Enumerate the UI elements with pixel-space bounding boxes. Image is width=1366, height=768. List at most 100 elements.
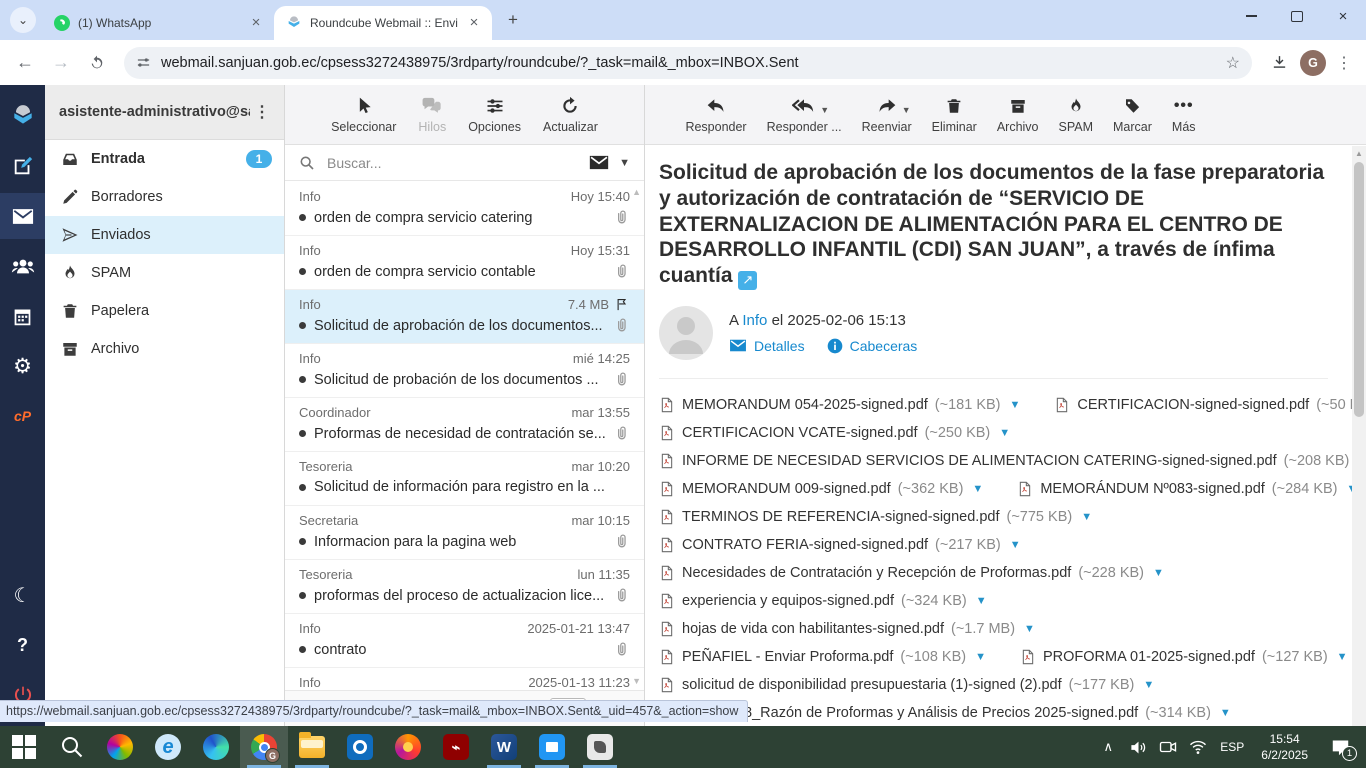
attachment-menu-caret-icon[interactable]: ▼ — [976, 595, 987, 607]
language-indicator[interactable]: ESP — [1215, 726, 1249, 768]
search-scope-mail-icon[interactable] — [589, 155, 609, 170]
message-row[interactable]: Info mié 14:25 Solicitud de probación de l… — [285, 344, 644, 398]
folder-item-spam[interactable]: SPAM — [45, 254, 284, 292]
actualizar-button[interactable]: Actualizar — [534, 95, 607, 134]
attachment-item[interactable]: PEÑAFIEL - Enviar Proforma.pdf (~108 KB) ▼ — [659, 649, 986, 665]
browser-tab-1-whatsapp[interactable]: (1) WhatsApp × — [42, 6, 276, 40]
dropdown-caret-icon[interactable]: ▼ — [820, 105, 829, 115]
attachment-menu-caret-icon[interactable]: ▼ — [975, 651, 986, 663]
browser-menu-button[interactable]: ⋮ — [1332, 53, 1356, 73]
attachment-item[interactable]: PROFORMA 01-2025-signed.pdf (~127 KB) ▼ — [1020, 649, 1348, 665]
folder-options-button[interactable]: ⋮ — [250, 102, 274, 122]
download-button[interactable] — [1264, 48, 1294, 78]
attachment-item[interactable]: MEMORANDUM 009-signed.pdf (~362 KB) ▼ — [659, 481, 983, 497]
dropdown-caret-icon[interactable]: ▼ — [902, 105, 911, 115]
attachment-item[interactable]: Necesidades de Contratación y Recepción … — [659, 565, 1164, 581]
volume-icon[interactable] — [1125, 726, 1151, 768]
site-info-icon[interactable] — [136, 55, 151, 70]
edge-icon[interactable] — [192, 726, 240, 768]
network-icon[interactable] — [1185, 726, 1211, 768]
darkmode-icon[interactable]: ☾ — [0, 572, 45, 618]
folder-item-entrada[interactable]: Entrada 1 — [45, 140, 284, 178]
attachment-menu-caret-icon[interactable]: ▼ — [1143, 679, 1154, 691]
message-row[interactable]: Info 2025-01-13 11:23 — [285, 668, 644, 690]
message-row[interactable]: Info Hoy 15:40 orden de compra servicio ca… — [285, 182, 644, 236]
new-tab-button[interactable]: + — [500, 7, 526, 33]
folder-item-borradores[interactable]: Borradores — [45, 178, 284, 216]
message-scrollbar[interactable]: ▲ — [1352, 146, 1366, 726]
blue-tile-app-icon[interactable] — [528, 726, 576, 768]
tab-search-button[interactable]: ⌄ — [10, 7, 36, 33]
taskbar-search-button[interactable] — [48, 726, 96, 768]
message-row[interactable]: Tesoreria mar 10:20 Solicitud de informaci… — [285, 452, 644, 506]
help-icon[interactable]: ? — [0, 622, 45, 668]
chrome-icon[interactable]: G — [240, 726, 288, 768]
window-close-button[interactable]: × — [1320, 0, 1366, 32]
marcar-button[interactable]: Marcar — [1104, 95, 1161, 134]
message-row[interactable]: Tesoreria lun 11:35 proformas del proceso … — [285, 560, 644, 614]
attachment-item[interactable]: CERTIFICACION-signed-signed.pdf(~50 KB)▼ — [1054, 397, 1352, 413]
open-in-new-window-icon[interactable]: ↗ — [738, 270, 758, 290]
headers-toggle[interactable]: Cabeceras — [827, 338, 917, 354]
tray-expand-icon[interactable]: ∧ — [1095, 726, 1121, 768]
compose-icon[interactable] — [0, 143, 45, 189]
forward-button[interactable]: → — [46, 48, 76, 78]
attachment-item[interactable]: CONTRATO FERIA-signed-signed.pdf (~217 KB… — [659, 537, 1021, 553]
tab-close-icon[interactable]: × — [248, 15, 264, 31]
calendar-icon[interactable] — [0, 293, 45, 339]
scrollbar-thumb[interactable] — [1354, 162, 1364, 417]
details-toggle[interactable]: Detalles — [729, 338, 805, 354]
attachment-item[interactable]: experiencia y equipos-signed.pdf (~324 KB… — [659, 593, 987, 609]
archivo-button[interactable]: Archivo — [988, 95, 1048, 134]
window-minimize-button[interactable] — [1228, 0, 1274, 32]
file-explorer-icon[interactable] — [288, 726, 336, 768]
message-row[interactable]: Secretaria mar 10:15 Informacion para la p… — [285, 506, 644, 560]
attachment-item[interactable]: MEMORANDUM 054-2025-signed.pdf (~181 KB) ▼ — [659, 397, 1020, 413]
responder-button[interactable]: ▼ Responder ... — [758, 95, 851, 134]
back-button[interactable]: ← — [10, 48, 40, 78]
acrobat-icon[interactable]: ⌁ — [432, 726, 480, 768]
reenviar-button[interactable]: ▼ Reenviar — [853, 95, 921, 134]
attachment-menu-caret-icon[interactable]: ▼ — [1024, 623, 1035, 635]
bookmark-icon[interactable]: ☆ — [1226, 53, 1240, 73]
mail-icon[interactable] — [0, 193, 45, 239]
responder-button[interactable]: Responder — [676, 95, 755, 134]
cpanel-icon[interactable]: cP — [0, 393, 45, 439]
message-row[interactable]: Info 7.4 MB Solicitud de aprobación de los… — [285, 290, 644, 344]
folder-item-archivo[interactable]: Archivo — [45, 330, 284, 368]
word-icon[interactable]: W — [480, 726, 528, 768]
attachment-item[interactable]: INFORME DE NECESIDAD SERVICIOS DE ALIMEN… — [659, 453, 1352, 469]
list-scroll-down-icon[interactable]: ▼ — [632, 676, 641, 686]
m-s-button[interactable]: ••• Más — [1163, 95, 1205, 134]
attachment-menu-caret-icon[interactable]: ▼ — [1153, 567, 1164, 579]
attachment-item[interactable]: MEMORÁNDUM Nº083-signed.pdf (~284 KB) ▼ — [1017, 481, 1352, 497]
attachment-item[interactable]: solicitud de disponibilidad presupuestar… — [659, 677, 1154, 693]
gray-app-icon[interactable] — [576, 726, 624, 768]
taskbar-clock[interactable]: 15:54 6/2/2025 — [1253, 731, 1316, 763]
opciones-button[interactable]: Opciones — [459, 95, 530, 134]
attachment-item[interactable]: CERTIFICACION VCATE-signed.pdf (~250 KB) ▼ — [659, 425, 1010, 441]
meet-now-icon[interactable] — [1155, 726, 1181, 768]
eliminar-button[interactable]: Eliminar — [923, 95, 986, 134]
recipient-link[interactable]: Info — [742, 312, 767, 329]
search-options-chevron-icon[interactable]: ▼ — [619, 157, 630, 169]
attachment-item[interactable]: hojas de vida con habilitantes-signed.pd… — [659, 621, 1035, 637]
attachment-menu-caret-icon[interactable]: ▼ — [1337, 651, 1348, 663]
attachment-menu-caret-icon[interactable]: ▼ — [1220, 707, 1231, 719]
notifications-button[interactable]: 1 — [1320, 726, 1360, 768]
start-button[interactable] — [0, 726, 48, 768]
attachment-menu-caret-icon[interactable]: ▼ — [1010, 539, 1021, 551]
roundcube-logo[interactable] — [0, 93, 45, 139]
address-bar[interactable]: webmail.sanjuan.gob.ec/cpsess3272438975/… — [124, 46, 1252, 79]
outlook-icon[interactable] — [336, 726, 384, 768]
attachment-menu-caret-icon[interactable]: ▼ — [1081, 511, 1092, 523]
message-row[interactable]: Info Hoy 15:31 orden de compra servicio co… — [285, 236, 644, 290]
attachment-item[interactable]: TERMINOS DE REFERENCIA-signed-signed.pdf… — [659, 509, 1092, 525]
contacts-icon[interactable] — [0, 243, 45, 289]
copilot-icon[interactable] — [96, 726, 144, 768]
browser-tab-roundcube-webmail-enviados[interactable]: Roundcube Webmail :: Enviados × — [274, 6, 492, 40]
firefox-icon[interactable] — [384, 726, 432, 768]
reload-button[interactable] — [82, 48, 112, 78]
spam-button[interactable]: SPAM — [1050, 95, 1103, 134]
browser-profile-avatar[interactable]: G — [1300, 49, 1326, 76]
